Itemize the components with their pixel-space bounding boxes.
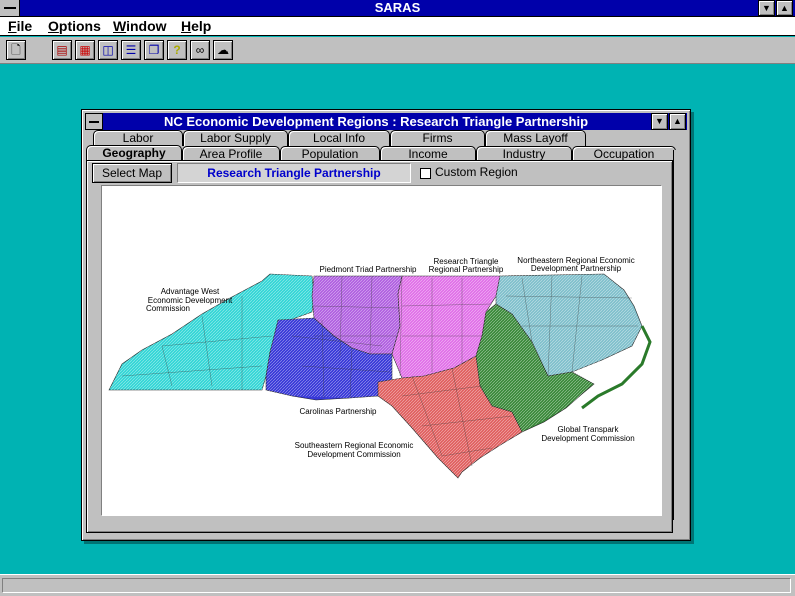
menu-help[interactable]: Help (181, 18, 211, 35)
label-northeastern-2: Development Partnership (531, 264, 622, 273)
cascade-window-button[interactable]: ❐ (144, 40, 164, 60)
child-minimize-button[interactable]: ▼ (651, 113, 668, 130)
menu-file-mnemonic: F (8, 18, 17, 34)
status-bar (0, 574, 795, 596)
select-map-button[interactable]: Select Map (92, 163, 172, 183)
menu-file-label: ile (16, 18, 33, 34)
tab-firms[interactable]: Firms (390, 130, 485, 146)
menu-window-mnemonic: W (113, 18, 127, 34)
draw-region-icon: ☁ (217, 43, 229, 57)
app-title-bar: SARAS ▼ ▲ (0, 0, 795, 17)
tab-local-info[interactable]: Local Info (288, 130, 390, 146)
region-name-display: Research Triangle Partnership (177, 163, 411, 183)
label-global-transpark-2: Development Commission (541, 434, 634, 443)
menu-options[interactable]: Options (48, 18, 101, 35)
menu-options-label: ptions (58, 18, 101, 34)
tile-window-button[interactable]: ◫ (98, 40, 118, 60)
custom-region-checkbox[interactable] (420, 168, 431, 179)
report-icon: ▤ (56, 43, 68, 57)
menu-options-mnemonic: O (48, 18, 59, 34)
help-button[interactable]: ? (167, 40, 187, 60)
minimize-icon: ▼ (762, 3, 771, 13)
chart-icon: ▦ (79, 43, 91, 57)
menu-bar: File Options Window Help (0, 17, 795, 36)
menu-window-label: indow (126, 18, 167, 34)
menu-file[interactable]: File (8, 18, 32, 35)
label-carolinas: Carolinas Partnership (300, 407, 377, 416)
tab-labor[interactable]: Labor (93, 130, 183, 146)
label-southeastern-2: Development Commission (307, 450, 400, 459)
maximize-icon: ▲ (780, 3, 789, 13)
new-document-icon: 🗋 (11, 43, 21, 57)
help-icon: ? (173, 43, 181, 57)
nc-region-map: Advantage West Economic Development Comm… (108, 256, 652, 479)
label-piedmont: Piedmont Triad Partnership (320, 265, 417, 274)
draw-region-button[interactable]: ☁ (213, 40, 233, 60)
minimize-button[interactable]: ▼ (758, 0, 775, 16)
find-binoculars-icon: ∞ (195, 43, 205, 57)
child-minimize-icon: ▼ (655, 116, 664, 126)
report-button[interactable]: ▤ (52, 40, 72, 60)
tab-mass-layoff[interactable]: Mass Layoff (485, 130, 586, 146)
cascade-window-icon: ❐ (148, 43, 160, 57)
status-field (2, 578, 791, 593)
menu-window[interactable]: Window (113, 18, 167, 35)
region-window-title-bar: NC Economic Development Regions : Resear… (85, 113, 687, 130)
tile-window-icon: ◫ (102, 43, 114, 57)
menu-help-mnemonic: H (181, 18, 192, 34)
menu-help-label: elp (191, 18, 212, 34)
toolbar: 🗋 ▤ ▦ ◫ ☰ ❐ ? ∞ ☁ (0, 37, 795, 64)
panel-scrollbar[interactable] (673, 150, 685, 520)
find-button[interactable]: ∞ (190, 40, 210, 60)
child-system-menu-icon (89, 121, 99, 123)
app-title: SARAS (374, 0, 421, 15)
chart-button[interactable]: ▦ (75, 40, 95, 60)
region-window-title: NC Economic Development Regions : Resear… (163, 114, 589, 129)
label-southeastern-1: Southeastern Regional Economic (295, 441, 414, 450)
child-maximize-icon: ▲ (673, 116, 682, 126)
child-maximize-button[interactable]: ▲ (669, 113, 686, 130)
layout-icon: ☰ (125, 43, 137, 57)
custom-region-label: Custom Region (435, 165, 518, 179)
label-advantage-west-1: Advantage West (161, 287, 220, 296)
label-global-transpark-1: Global Transpark (558, 425, 620, 434)
label-advantage-west-3: Commission (146, 304, 190, 313)
layout-button[interactable]: ☰ (121, 40, 141, 60)
label-research-triangle-2: Regional Partnership (429, 265, 504, 274)
child-system-menu-button[interactable] (85, 113, 103, 130)
tab-labor-supply[interactable]: Labor Supply (183, 130, 288, 146)
maximize-button[interactable]: ▲ (776, 0, 793, 16)
new-document-button[interactable]: 🗋 (6, 40, 26, 60)
map-view[interactable]: Advantage West Economic Development Comm… (101, 185, 662, 516)
